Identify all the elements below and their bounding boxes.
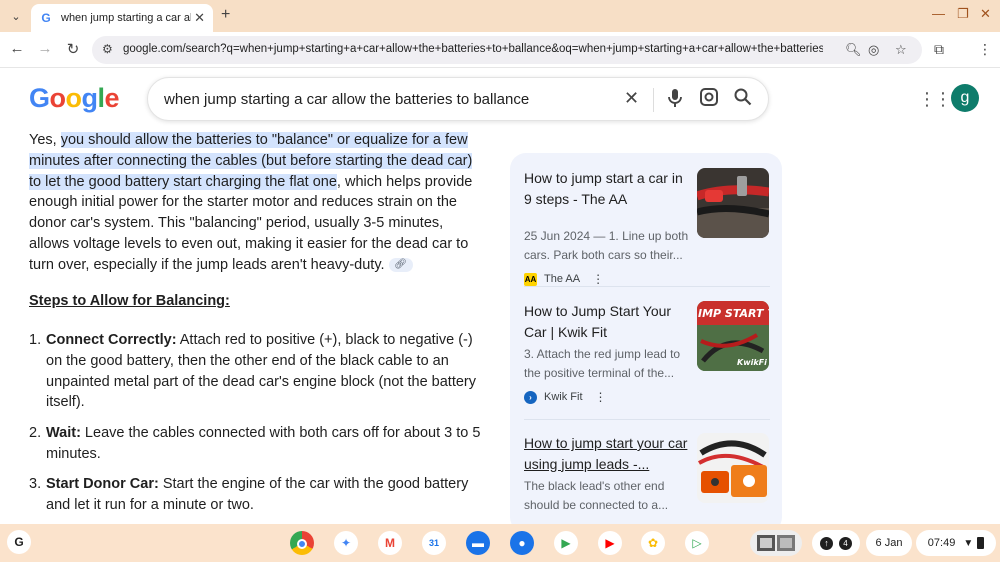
reload-icon[interactable]: ↻ <box>63 40 83 58</box>
youtube-app-icon[interactable]: ▶ <box>598 531 622 555</box>
search-box[interactable]: when jump starting a car allow the batte… <box>147 77 769 121</box>
files-app-icon[interactable]: ▬ <box>466 531 490 555</box>
kwikfit-logo-icon: › <box>524 390 537 404</box>
battery-icon <box>977 537 985 549</box>
step-title: Wait: <box>46 425 81 441</box>
bookmark-star-icon[interactable]: ☆ <box>895 42 907 58</box>
more-options-icon[interactable]: ⋮ <box>595 390 607 404</box>
steps-heading: Steps to Allow for Balancing: <box>29 293 230 309</box>
thumb-text: IMP START YO <box>698 307 769 320</box>
divider <box>524 286 770 287</box>
status-area[interactable]: 07:49 ▼ <box>916 530 996 556</box>
restore-icon[interactable]: ❐ <box>957 6 969 22</box>
gmail-app-icon[interactable]: M <box>378 531 402 555</box>
eye-off-icon[interactable]: ◎ <box>868 42 879 58</box>
divider <box>524 419 770 420</box>
menu-icon[interactable]: ⋮ <box>978 41 992 58</box>
step-number: 1. <box>29 332 42 348</box>
minimize-icon[interactable]: — <box>932 6 945 21</box>
launcher-button[interactable]: G <box>7 530 31 554</box>
step-title: Start Donor Car: <box>46 476 159 492</box>
search-icon[interactable] <box>734 88 752 111</box>
step-text: Leave the cables connected with both car… <box>46 425 481 462</box>
lens-camera-icon[interactable] <box>700 88 718 111</box>
tab-close-icon[interactable]: ✕ <box>194 10 205 26</box>
step-number: 2. <box>29 425 42 441</box>
source-snippet: 3. Attach the red jump lead to the posit… <box>524 347 681 380</box>
tab-title: when jump starting a car allow <box>61 12 191 24</box>
url-text[interactable]: google.com/search?q=when+jump+starting+a… <box>123 43 823 55</box>
answer-lead: Yes, <box>29 132 61 148</box>
jump-leads-thumbnail <box>697 168 769 238</box>
google-favicon-icon: G <box>41 11 51 25</box>
date-text: 6 Jan <box>875 537 903 549</box>
source-title[interactable]: How to jump start a car in 9 steps - The… <box>524 168 694 209</box>
new-tab-icon[interactable]: + <box>221 6 230 24</box>
source-snippet: The black lead's other end should be con… <box>524 479 669 512</box>
list-item: 1. Connect Correctly: Attach red to posi… <box>29 330 481 413</box>
forward-icon[interactable]: → <box>35 40 55 57</box>
search-input[interactable]: when jump starting a car allow the batte… <box>164 91 529 108</box>
thumb-text-brand: KwikFi <box>737 358 767 367</box>
step-number: 3. <box>29 476 42 492</box>
source-site-name: Kwik Fit <box>544 391 583 403</box>
source-snippet: 25 Jun 2024 — 1. Line up both cars. Park… <box>524 229 689 262</box>
source-card-kwikfit[interactable]: How to Jump Start Your Car | Kwik Fit 3.… <box>524 301 770 416</box>
notification-pill[interactable]: ↑ 4 <box>812 530 860 556</box>
source-title[interactable]: How to jump start your car using jump le… <box>524 433 694 474</box>
ai-answer-paragraph: Yes, you should allow the batteries to "… <box>29 130 481 276</box>
site-info-icon[interactable]: ⚙ <box>102 42 113 56</box>
messages-app-icon[interactable]: ● <box>510 531 534 555</box>
play-store-app-icon[interactable]: ▷ <box>685 531 709 555</box>
photos-app-icon[interactable]: ✿ <box>641 531 665 555</box>
avatar[interactable]: g <box>951 84 979 112</box>
wifi-icon: ▼ <box>963 537 974 549</box>
sources-panel: How to jump start a car in 9 steps - The… <box>510 153 782 533</box>
tab-active[interactable]: G when jump starting a car allow ✕ <box>31 4 213 32</box>
tab-strip: ⌄ G when jump starting a car allow ✕ + —… <box>0 0 1000 32</box>
source-site-name: The AA <box>544 273 581 285</box>
clear-icon[interactable]: ✕ <box>624 88 639 109</box>
source-title[interactable]: How to Jump Start Your Car | Kwik Fit <box>524 301 694 342</box>
back-icon[interactable]: ← <box>7 40 27 57</box>
link-icon[interactable]: 🔗︎ <box>388 257 413 272</box>
jump-start-thumbnail: IMP START YO KwikFi <box>697 301 769 371</box>
tote-thumbnails[interactable] <box>750 530 802 556</box>
source-site[interactable]: AA The AA ⋮ <box>524 272 604 286</box>
zoom-icon[interactable]: 🔍︎ <box>845 42 862 58</box>
source-card-jump-leads[interactable]: How to jump start your car using jump le… <box>524 433 770 533</box>
list-item: 3. Start Donor Car: Start the engine of … <box>29 474 481 516</box>
step-title: Connect Correctly: <box>46 332 177 348</box>
gemini-app-icon[interactable]: ✦ <box>334 531 358 555</box>
browser-toolbar: ← → ↻ ⚙ google.com/search?q=when+jump+st… <box>0 32 1000 68</box>
tab-search-icon[interactable]: ⌄ <box>6 6 26 26</box>
date-pill[interactable]: 6 Jan <box>866 530 912 556</box>
jump-leads-kit-thumbnail <box>697 433 769 503</box>
meet-app-icon[interactable]: ▶ <box>554 531 578 555</box>
divider <box>653 88 654 112</box>
more-options-icon[interactable]: ⋮ <box>592 272 604 286</box>
microphone-icon[interactable] <box>668 88 682 113</box>
chrome-app-icon[interactable] <box>290 531 314 555</box>
address-bar[interactable]: ⚙ google.com/search?q=when+jump+starting… <box>92 36 922 64</box>
aa-logo-icon: AA <box>524 272 537 286</box>
upload-icon: ↑ <box>820 536 833 550</box>
source-site[interactable]: › Kwik Fit ⋮ <box>524 390 607 404</box>
clock-text: 07:49 <box>927 537 956 549</box>
extensions-icon[interactable]: ⧉ <box>934 41 944 58</box>
calendar-app-icon[interactable]: 31 <box>422 531 446 555</box>
notification-count: 4 <box>839 536 852 550</box>
source-card-aa[interactable]: How to jump start a car in 9 steps - The… <box>524 168 770 286</box>
list-item: 2. Wait: Leave the cables connected with… <box>29 423 481 465</box>
google-logo[interactable]: Google <box>29 83 120 114</box>
window-close-icon[interactable]: ✕ <box>980 6 991 22</box>
